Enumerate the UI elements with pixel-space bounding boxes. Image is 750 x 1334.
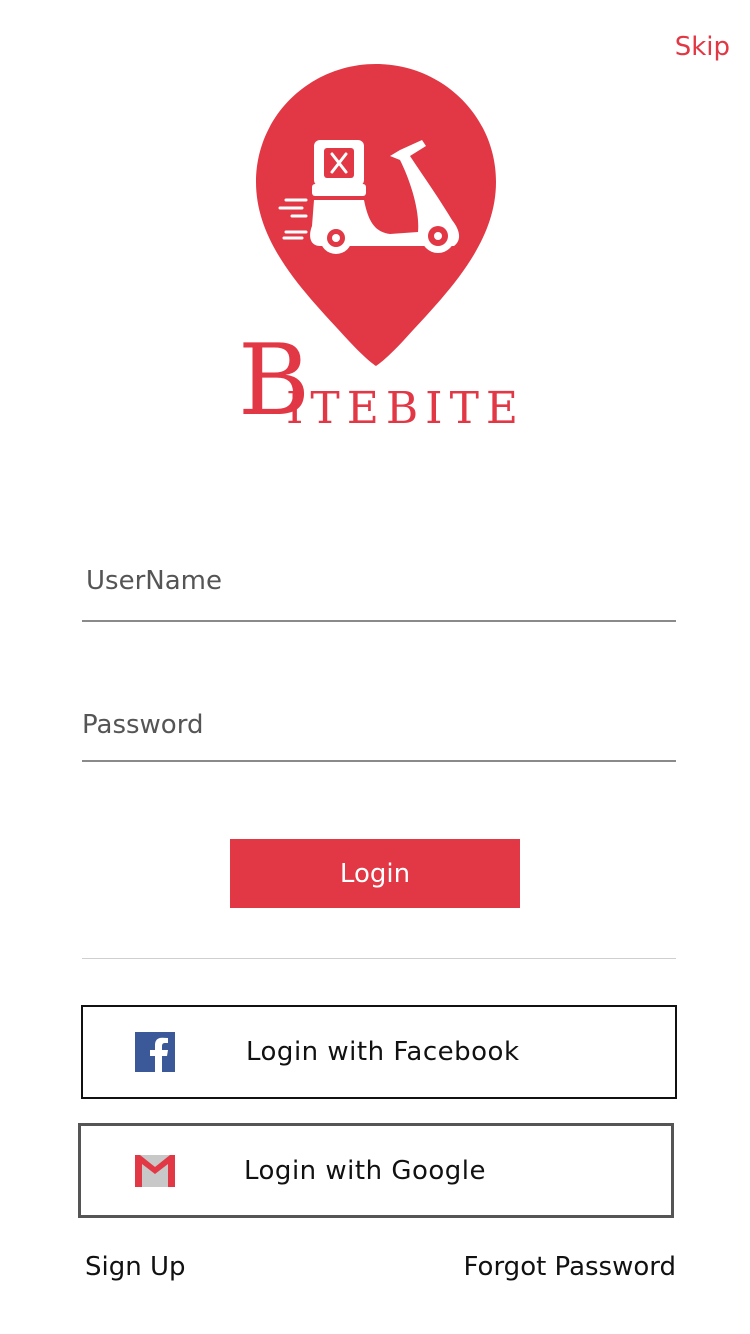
- facebook-icon: [135, 1032, 175, 1072]
- divider: [82, 958, 676, 959]
- skip-button[interactable]: Skip: [675, 32, 730, 62]
- sign-up-link[interactable]: Sign Up: [85, 1252, 186, 1282]
- login-button[interactable]: Login: [230, 839, 520, 908]
- password-field: [82, 700, 676, 762]
- google-login-button[interactable]: Login with Google: [78, 1123, 674, 1218]
- brand-name: ITEBITE: [286, 383, 526, 434]
- forgot-password-link[interactable]: Forgot Password: [464, 1252, 676, 1282]
- password-input[interactable]: [82, 700, 676, 750]
- username-field: [82, 556, 676, 622]
- facebook-login-button[interactable]: Login with Facebook: [81, 1005, 677, 1099]
- login-screen: Skip B ITEBITE Login Login with Fac: [0, 0, 750, 1334]
- google-login-label: Login with Google: [244, 1155, 487, 1186]
- gmail-icon: [135, 1154, 175, 1187]
- facebook-login-label: Login with Facebook: [246, 1037, 520, 1067]
- username-input[interactable]: [82, 556, 676, 606]
